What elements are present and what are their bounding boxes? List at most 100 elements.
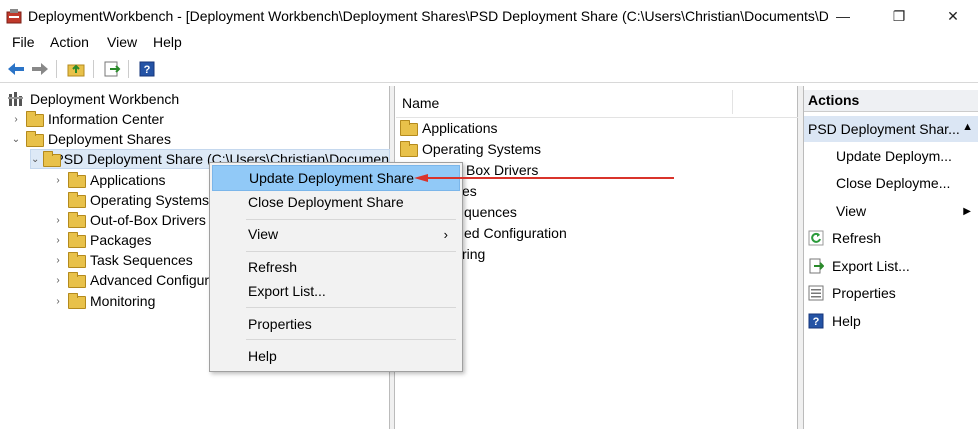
folder-icon <box>26 111 44 127</box>
drivers-folder-icon <box>68 212 86 228</box>
list-item-label: ed Configuration <box>464 225 567 241</box>
action-close-deployment-share[interactable]: Close Deployme... <box>804 171 978 195</box>
toolbar: ? <box>0 55 978 83</box>
context-item-label: Update Deployment Share <box>249 170 414 186</box>
annotation-arrow-icon <box>414 174 674 182</box>
menu-file[interactable]: File <box>12 34 35 50</box>
toolbar-separator <box>93 60 94 78</box>
context-item-label: Refresh <box>248 259 298 275</box>
tree-label: Out-of-Box Drivers <box>90 212 206 228</box>
task-sequences-folder-icon <box>68 252 86 268</box>
list-item[interactable]: Applications <box>400 118 498 138</box>
chevron-down-icon[interactable]: ⌄ <box>10 133 22 145</box>
context-separator <box>246 251 456 252</box>
up-folder-icon[interactable] <box>66 59 86 79</box>
svg-text:?: ? <box>813 316 820 328</box>
restore-button[interactable]: ❐ <box>876 0 922 32</box>
operating-systems-folder-icon <box>68 192 86 208</box>
deployment-share-icon <box>43 151 62 167</box>
tree-label: Applications <box>90 172 166 188</box>
toolbar-separator <box>128 60 129 78</box>
list-item[interactable]: ed Configuration <box>464 223 567 243</box>
action-label: Help <box>832 313 861 329</box>
chevron-right-icon[interactable]: › <box>52 234 64 246</box>
chevron-right-icon[interactable]: › <box>52 295 64 307</box>
chevron-right-icon[interactable]: › <box>52 254 64 266</box>
list-item[interactable]: Operating Systems <box>400 139 541 159</box>
context-separator <box>246 219 456 220</box>
export-list-icon <box>808 258 825 274</box>
tree-item-monitoring[interactable]: › Monitoring <box>52 291 155 311</box>
chevron-right-icon[interactable]: › <box>52 274 64 286</box>
tree-label: Information Center <box>48 111 164 127</box>
tree-item-advanced-configuration[interactable]: › Advanced Configur <box>52 270 209 290</box>
list-item[interactable]: quences <box>464 202 517 222</box>
tree-label: Task Sequences <box>90 252 193 268</box>
window-title: DeploymentWorkbench - [Deployment Workbe… <box>28 8 828 24</box>
action-help[interactable]: ? Help <box>804 309 978 333</box>
export-list-icon[interactable] <box>102 59 122 79</box>
help-icon: ? <box>808 313 824 329</box>
folder-icon <box>400 141 418 157</box>
tree-label: Operating Systems <box>90 192 210 208</box>
tree-item-deployment-shares[interactable]: ⌄ Deployment Shares <box>10 129 171 149</box>
tree-item-drivers[interactable]: › Out-of-Box Drivers <box>52 210 206 230</box>
context-close-deployment-share[interactable]: Close Deployment Share <box>212 189 460 215</box>
context-refresh[interactable]: Refresh <box>212 254 460 280</box>
collapse-up-icon[interactable]: ▲ <box>962 121 973 133</box>
menu-bar: File Action View Help <box>0 32 978 54</box>
close-button[interactable]: ✕ <box>930 0 976 32</box>
list-item[interactable]: es <box>462 181 477 201</box>
tree-label: Monitoring <box>90 293 156 309</box>
context-help[interactable]: Help <box>212 343 460 369</box>
help-icon[interactable]: ? <box>137 59 157 79</box>
packages-folder-icon <box>68 232 86 248</box>
context-item-label: Properties <box>248 316 312 332</box>
chevron-right-icon[interactable]: › <box>10 113 22 125</box>
forward-arrow-icon[interactable] <box>30 59 50 79</box>
list-item-label: es <box>462 183 477 199</box>
tree-item-root[interactable]: Deployment Workbench <box>8 89 179 109</box>
action-update-deployment-share[interactable]: Update Deploym... <box>804 144 978 168</box>
menu-view[interactable]: View <box>107 34 137 50</box>
tree-item-info-center[interactable]: › Information Center <box>10 109 164 129</box>
chevron-right-icon[interactable]: › <box>52 174 64 186</box>
context-separator <box>246 307 456 308</box>
context-view[interactable]: View › <box>212 221 460 247</box>
action-export-list[interactable]: Export List... <box>804 254 978 278</box>
column-header[interactable]: Name <box>396 86 798 118</box>
column-name-label: Name <box>402 95 440 111</box>
actions-section-psd-share[interactable]: PSD Deployment Shar... ▲ <box>804 116 978 142</box>
tree-label: Deployment Workbench <box>30 91 180 107</box>
tree-item-operating-systems[interactable]: Operating Systems <box>52 190 209 210</box>
context-properties[interactable]: Properties <box>212 311 460 337</box>
back-arrow-icon[interactable] <box>6 59 26 79</box>
applications-folder-icon <box>68 172 86 188</box>
chevron-down-icon[interactable]: ⌄ <box>31 153 39 165</box>
menu-help[interactable]: Help <box>153 34 182 50</box>
list-item[interactable]: ring <box>462 244 485 264</box>
chevron-right-icon[interactable]: › <box>52 214 64 226</box>
tree-item-applications[interactable]: › Applications <box>52 170 166 190</box>
action-label: Export List... <box>832 258 910 274</box>
menu-action[interactable]: Action <box>50 34 89 50</box>
context-item-label: View <box>248 226 279 242</box>
context-item-label: Close Deployment Share <box>248 194 404 210</box>
minimize-button[interactable]: — <box>820 0 866 32</box>
column-separator[interactable] <box>732 90 733 114</box>
properties-icon <box>808 285 824 301</box>
action-label: Properties <box>832 285 896 301</box>
action-properties[interactable]: Properties <box>804 281 978 305</box>
tree-label: Advanced Configur <box>90 272 210 288</box>
action-label: View <box>836 203 867 219</box>
tree-item-task-sequences[interactable]: › Task Sequences <box>52 250 193 270</box>
tree-item-packages[interactable]: › Packages <box>52 230 151 250</box>
tree-label: Packages <box>90 232 152 248</box>
context-item-label: Export List... <box>248 283 326 299</box>
context-separator <box>246 339 456 340</box>
action-refresh[interactable]: Refresh <box>804 226 978 250</box>
toolbar-separator <box>56 60 57 78</box>
action-view[interactable]: View ▶ <box>804 199 978 223</box>
advanced-config-folder-icon <box>68 272 86 288</box>
context-export-list[interactable]: Export List... <box>212 278 460 304</box>
